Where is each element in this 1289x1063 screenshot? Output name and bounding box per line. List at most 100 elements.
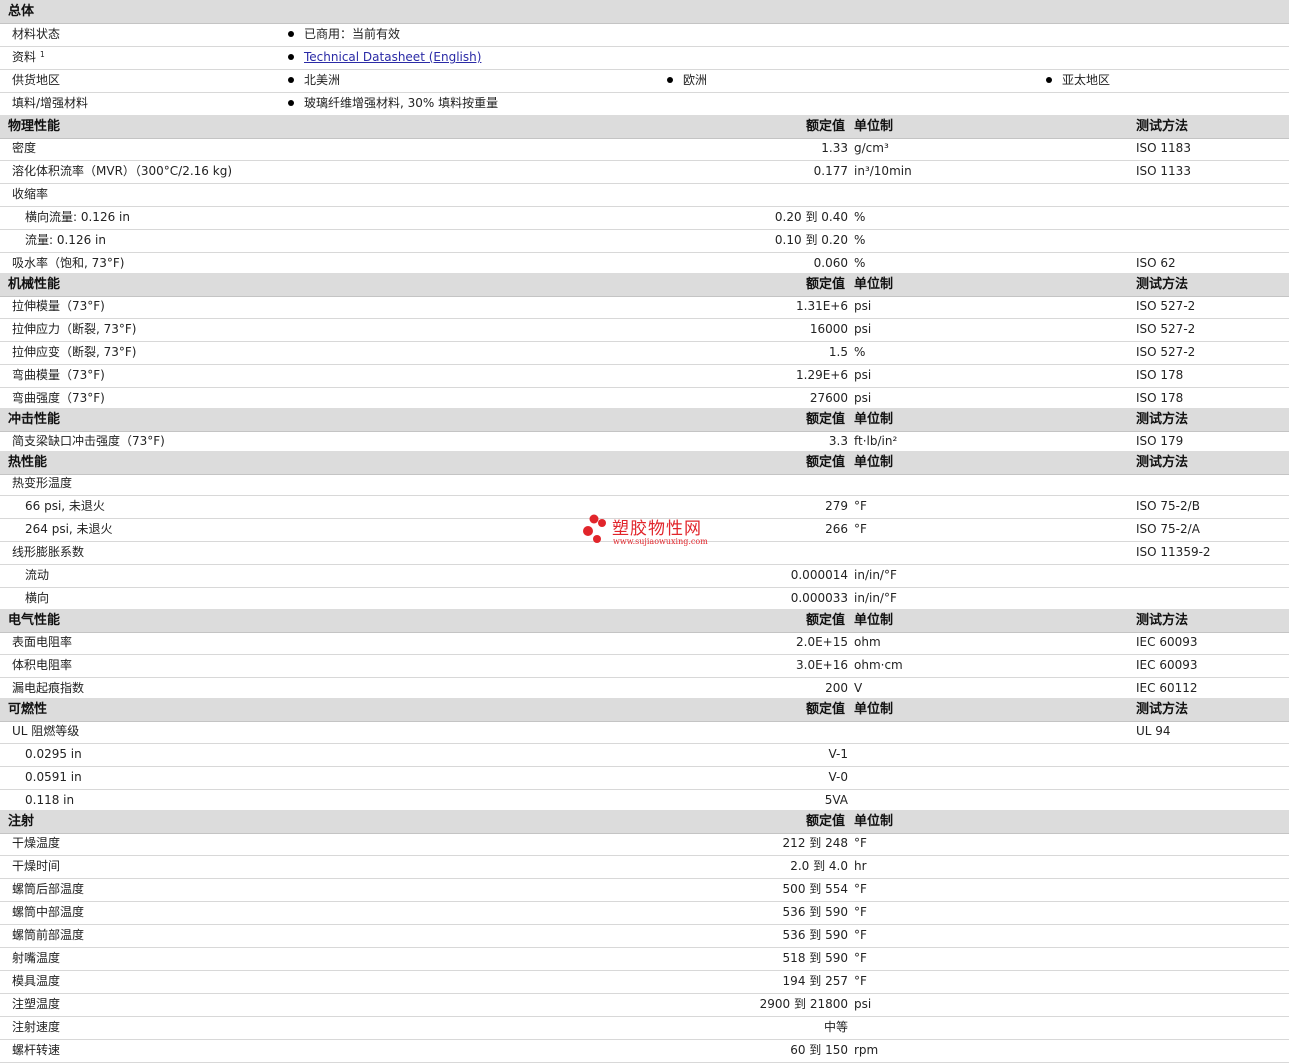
property-label: 流量: 0.126 in	[25, 233, 106, 247]
property-value: 0.060	[813, 256, 848, 270]
footnote-marker: 1	[40, 50, 45, 59]
property-value: 0.177	[813, 164, 848, 178]
property-label: 横向	[25, 591, 50, 605]
general-value-text: 玻璃纤维增强材料, 30% 填料按重量	[304, 96, 499, 110]
property-unit: V	[854, 681, 863, 695]
property-unit: g/cm³	[854, 141, 889, 155]
property-unit: psi	[854, 391, 872, 405]
property-row: 模具温度 194 到 257 °F	[0, 970, 1289, 994]
property-unit: °F	[854, 951, 867, 965]
property-value: 3.0E+16	[796, 658, 848, 672]
section-header: 可燃性 额定值 单位制 测试方法	[0, 698, 1289, 722]
property-label: 弯曲模量（73°F)	[12, 368, 105, 382]
test-method: ISO 527-2	[1136, 345, 1196, 359]
section-title: 注射	[8, 814, 35, 829]
section-header: 冲击性能 额定值 单位制 测试方法	[0, 408, 1289, 432]
property-value: 1.29E+6	[796, 368, 848, 382]
property-row: 螺筒中部温度 536 到 590 °F	[0, 901, 1289, 925]
column-header-unit: 单位制	[854, 814, 894, 829]
property-value: V-0	[828, 770, 848, 784]
property-label: 流动	[25, 568, 50, 582]
property-unit: %	[854, 210, 866, 224]
property-row: 螺杆转速 60 到 150 rpm	[0, 1039, 1289, 1063]
test-method: ISO 527-2	[1136, 299, 1196, 313]
test-method: UL 94	[1136, 724, 1171, 738]
property-row: 螺筒后部温度 500 到 554 °F	[0, 878, 1289, 902]
property-value: 2.0E+15	[796, 635, 848, 649]
property-unit: %	[854, 256, 866, 270]
test-method: ISO 62	[1136, 256, 1176, 270]
property-label: 螺筒后部温度	[12, 882, 85, 896]
watermark-title: 塑胶物性网	[612, 519, 702, 539]
property-unit: ohm·cm	[854, 658, 903, 672]
general-row: 材料状态 已商用：当前有效	[0, 23, 1289, 47]
section-title: 可燃性	[8, 702, 48, 717]
property-value: 16000	[809, 322, 848, 336]
property-unit: psi	[854, 299, 872, 313]
property-label: 体积电阻率	[12, 658, 73, 672]
section-header: 机械性能 额定值 单位制 测试方法	[0, 273, 1289, 297]
property-row: 流量: 0.126 in 0.10 到 0.20%	[0, 229, 1289, 253]
test-method: IEC 60112	[1136, 681, 1198, 695]
property-row: 弯曲模量（73°F) 1.29E+6 psi ISO 178	[0, 364, 1289, 388]
property-label: 吸水率（饱和, 73°F)	[12, 256, 125, 270]
property-unit: °F	[854, 499, 867, 513]
property-label: 供货地区	[12, 73, 61, 87]
property-row: 干燥时间 2.0 到 4.0 hr	[0, 855, 1289, 879]
column-header-value: 额定值	[806, 455, 846, 470]
property-value: 500 到 554	[782, 882, 848, 896]
property-label: 0.118 in	[25, 793, 75, 807]
property-unit: in³/10min	[854, 164, 912, 178]
test-method: ISO 178	[1136, 368, 1184, 382]
test-method: ISO 11359-2	[1136, 545, 1211, 559]
bullet-icon	[288, 30, 294, 37]
general-value-text: 已商用：当前有效	[304, 27, 401, 41]
property-value: 中等	[823, 1020, 848, 1034]
test-method: ISO 527-2	[1136, 322, 1196, 336]
section-header: 注射 额定值 单位制	[0, 810, 1289, 834]
property-label: 注射速度	[12, 1020, 61, 1034]
technical-datasheet-link[interactable]: Technical Datasheet (English)	[304, 50, 481, 64]
property-label: 螺筒前部温度	[12, 928, 85, 942]
property-value: 1.5	[828, 345, 848, 359]
property-unit: °F	[854, 928, 867, 942]
property-label: 材料状态	[12, 27, 61, 41]
general-row: 供货地区 北美洲 欧洲 亚太地区	[0, 69, 1289, 93]
column-header-value: 额定值	[806, 412, 846, 427]
bullet-icon	[667, 76, 673, 83]
property-unit: %	[854, 345, 866, 359]
property-row: 射嘴温度 518 到 590 °F	[0, 947, 1289, 971]
column-header-value: 额定值	[806, 119, 846, 134]
section-title: 冲击性能	[8, 412, 61, 427]
property-label: 0.0591 in	[25, 770, 82, 784]
property-row: 流动 0.000014 in/in/°F	[0, 564, 1289, 588]
property-unit: psi	[854, 322, 872, 336]
property-unit: %	[854, 233, 866, 247]
property-row: 螺筒前部温度 536 到 590 °F	[0, 924, 1289, 948]
property-label: 弯曲强度（73°F)	[12, 391, 105, 405]
column-header-value: 额定值	[806, 277, 846, 292]
section-header: 电气性能 额定值 单位制 测试方法	[0, 609, 1289, 633]
test-method: ISO 1183	[1136, 141, 1191, 155]
property-unit: ft·lb/in²	[854, 434, 898, 448]
property-unit: ohm	[854, 635, 881, 649]
general-value: 北美洲	[288, 69, 340, 92]
column-header-method: 测试方法	[1136, 702, 1189, 717]
property-unit: rpm	[854, 1043, 879, 1057]
general-row: 资料 1 Technical Datasheet (English)	[0, 46, 1289, 70]
property-label: 线形膨胀系数	[12, 545, 85, 559]
property-label: 264 psi, 未退火	[25, 522, 113, 536]
general-value: 欧洲	[667, 69, 707, 92]
column-header-value: 额定值	[806, 702, 846, 717]
property-row: 横向 0.000033 in/in/°F	[0, 587, 1289, 611]
property-value: 0.10 到 0.20	[774, 233, 848, 247]
property-row: 干燥温度 212 到 248 °F	[0, 832, 1289, 856]
property-row: 注射速度 中等	[0, 1016, 1289, 1040]
column-header-method: 测试方法	[1136, 119, 1189, 134]
column-header-unit: 单位制	[854, 702, 894, 717]
section-title: 总体	[8, 4, 35, 19]
property-row: 拉伸应力（断裂, 73°F) 16000 psi ISO 527-2	[0, 318, 1289, 342]
bullet-icon	[288, 53, 294, 60]
property-row: 密度 1.33 g/cm³ ISO 1183	[0, 137, 1289, 161]
property-row: 体积电阻率 3.0E+16 ohm·cm IEC 60093	[0, 654, 1289, 678]
